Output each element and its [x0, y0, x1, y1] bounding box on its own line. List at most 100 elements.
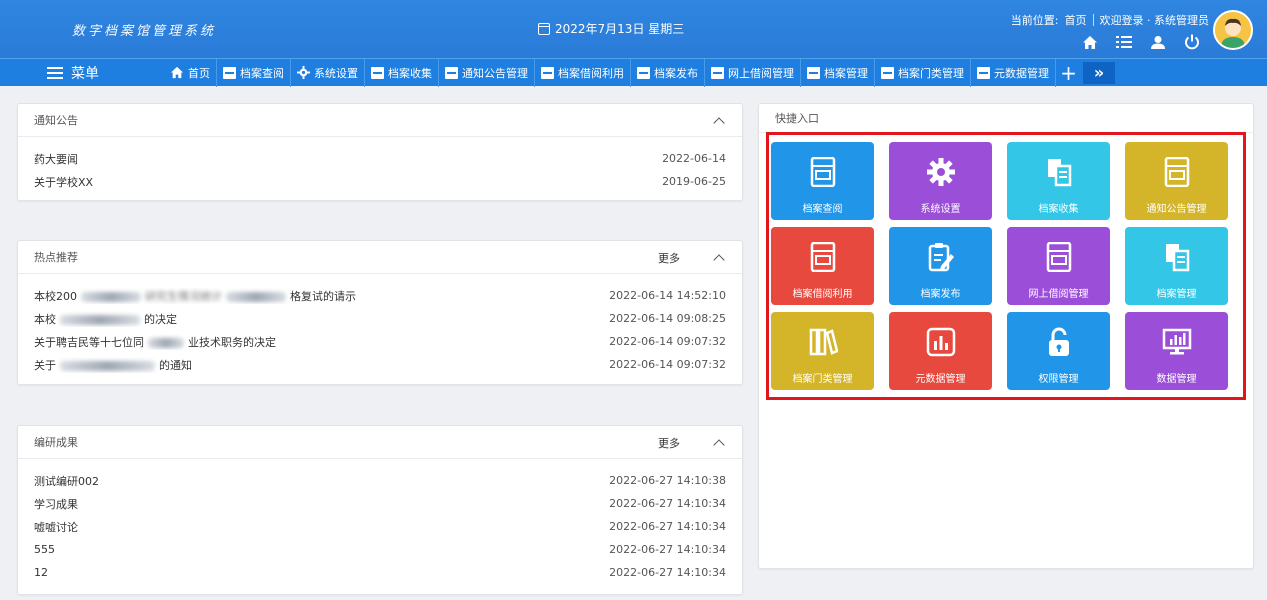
item-date: 2022-06-27 14:10:34 — [609, 497, 726, 510]
panel-title: 热点推荐 — [34, 251, 78, 264]
nav-item-label: 档案门类管理 — [898, 66, 964, 80]
nav-item-label: 档案查阅 — [240, 66, 284, 80]
item-date: 2022-06-14 09:08:25 — [609, 312, 726, 325]
item-title[interactable]: 关于 的通知 — [34, 357, 192, 373]
home-icon[interactable] — [1081, 34, 1099, 50]
item-date: 2022-06-14 09:07:32 — [609, 358, 726, 371]
panel-header: 通知公告 — [18, 104, 742, 137]
item-title[interactable]: 本校 的决定 — [34, 311, 177, 327]
notice-panel: 通知公告 药大要闻 2022-06-14 关于学校XX 2019-06-25 — [17, 103, 743, 201]
welcome-text: 欢迎登录 · 系统管理员 — [1099, 14, 1210, 27]
more-link[interactable]: 更多 — [658, 250, 680, 266]
user-icon[interactable] — [1149, 34, 1167, 50]
nav-item-label: 网上借阅管理 — [728, 66, 794, 80]
tile-label: 系统设置 — [920, 204, 961, 215]
tile-archive-borrow[interactable]: 档案借阅利用 — [771, 227, 874, 305]
nav-item-archive-borrow[interactable]: 档案借阅利用 — [534, 58, 630, 87]
list-icon[interactable] — [1115, 34, 1133, 50]
archive-box-icon — [541, 66, 554, 79]
nav-item-notice-manage[interactable]: 通知公告管理 — [438, 58, 534, 87]
tile-label: 档案查阅 — [802, 204, 843, 215]
power-icon[interactable] — [1183, 34, 1201, 50]
list-item[interactable]: 12 2022-06-27 14:10:34 — [34, 561, 726, 584]
list-item[interactable]: 本校 的决定 2022-06-14 09:08:25 — [34, 307, 726, 330]
nav-item-online-borrow[interactable]: 网上借阅管理 — [704, 58, 800, 87]
collapse-icon[interactable] — [712, 251, 726, 265]
list-item[interactable]: 本校200 研究生情况统计 格复试的请示 2022-06-14 14:52:10 — [34, 284, 726, 307]
tile-archive-query[interactable]: 档案查阅 — [771, 142, 874, 220]
nav-add-button[interactable]: + — [1055, 58, 1081, 87]
clipboard-edit-icon — [637, 66, 650, 79]
panel-header: 编研成果 更多 — [18, 426, 742, 459]
item-title[interactable]: 嘘嘘讨论 — [34, 519, 78, 535]
tile-online-borrow[interactable]: 网上借阅管理 — [1007, 227, 1110, 305]
item-title[interactable]: 学习成果 — [34, 496, 78, 512]
nav-item-archive-collect[interactable]: 档案收集 — [364, 58, 438, 87]
item-date: 2022-06-14 — [662, 152, 726, 165]
item-date: 2022-06-14 09:07:32 — [609, 335, 726, 348]
breadcrumb: 当前位置: 首页 欢迎登录 · 系统管理员 — [1011, 12, 1209, 28]
tile-archive-collect[interactable]: 档案收集 — [1007, 142, 1110, 220]
binders-icon — [808, 326, 838, 358]
header-actions — [1081, 34, 1201, 50]
nav-item-label: 档案发布 — [654, 66, 698, 80]
menu-button[interactable]: 菜单 — [0, 59, 146, 87]
collapse-icon[interactable] — [712, 436, 726, 450]
nav-item-home[interactable]: 首页 — [164, 59, 216, 87]
chart-box-icon — [977, 66, 990, 79]
location-value[interactable]: 首页 — [1065, 12, 1087, 28]
home-icon — [170, 66, 184, 79]
nav-item-system-settings[interactable]: 系统设置 — [290, 58, 364, 87]
hot-panel: 热点推荐 更多 本校200 研究生情况统计 格复试的请示 2022-06-14 14… — [17, 240, 743, 385]
tile-category-manage[interactable]: 档案门类管理 — [771, 312, 874, 390]
tile-permission-manage[interactable]: 权限管理 — [1007, 312, 1110, 390]
collapse-icon[interactable] — [712, 114, 726, 128]
list-item[interactable]: 学习成果 2022-06-27 14:10:34 — [34, 492, 726, 515]
item-title[interactable]: 本校200 研究生情况统计 格复试的请示 — [34, 288, 356, 304]
item-title[interactable]: 关于学校XX — [34, 174, 93, 190]
app-logo: 数字档案馆管理系统 — [72, 24, 217, 39]
calendar-icon — [538, 22, 550, 35]
tile-notice-manage[interactable]: 通知公告管理 — [1125, 142, 1228, 220]
notice-list: 药大要闻 2022-06-14 关于学校XX 2019-06-25 — [18, 137, 742, 193]
list-item[interactable]: 555 2022-06-27 14:10:34 — [34, 538, 726, 561]
nav-item-label: 档案收集 — [388, 66, 432, 80]
list-item[interactable]: 嘘嘘讨论 2022-06-27 14:10:34 — [34, 515, 726, 538]
list-item[interactable]: 关于学校XX 2019-06-25 — [34, 170, 726, 193]
tile-label: 档案借阅利用 — [792, 289, 853, 300]
tile-system-settings[interactable]: 系统设置 — [889, 142, 992, 220]
list-item[interactable]: 药大要闻 2022-06-14 — [34, 147, 726, 170]
tile-archive-publish[interactable]: 档案发布 — [889, 227, 992, 305]
research-panel: 编研成果 更多 测试编研002 2022-06-27 14:10:38 学习成果… — [17, 425, 743, 595]
tile-label: 档案门类管理 — [792, 374, 853, 385]
list-item[interactable]: 测试编研002 2022-06-27 14:10:38 — [34, 469, 726, 492]
panel-title: 快捷入口 — [775, 112, 819, 125]
quick-tiles: 档案查阅 系统设置 档案收集 通知公告管理 档案借阅利用 档案发布 网上借阅管理… — [771, 142, 1228, 390]
item-title[interactable]: 555 — [34, 543, 55, 556]
nav-item-archive-query[interactable]: 档案查阅 — [216, 58, 290, 87]
tile-label: 档案收集 — [1038, 204, 1079, 215]
list-item[interactable]: 关于聘吉民等十七位同 业技术职务的决定 2022-06-14 09:07:32 — [34, 330, 726, 353]
nav-item-label: 首页 — [188, 66, 210, 80]
tile-archive-manage[interactable]: 档案管理 — [1125, 227, 1228, 305]
menu-label: 菜单 — [71, 65, 99, 82]
nav-item-archive-publish[interactable]: 档案发布 — [630, 58, 704, 87]
item-title[interactable]: 测试编研002 — [34, 473, 99, 489]
item-date: 2019-06-25 — [662, 175, 726, 188]
tile-data-manage[interactable]: 数据管理 — [1125, 312, 1228, 390]
item-title[interactable]: 药大要闻 — [34, 151, 78, 167]
panel-header: 快捷入口 — [759, 104, 1253, 133]
avatar[interactable] — [1213, 10, 1253, 50]
nav-item-archive-manage[interactable]: 档案管理 — [800, 58, 874, 87]
nav-item-metadata-manage[interactable]: 元数据管理 — [970, 58, 1055, 87]
main-nav: 菜单 首页 档案查阅 系统设置 档案收集 通知公告管理 档案借阅利用 档案发布 … — [0, 58, 1267, 87]
nav-item-category-manage[interactable]: 档案门类管理 — [874, 58, 970, 87]
nav-more-button[interactable]: » — [1083, 61, 1115, 84]
item-title[interactable]: 12 — [34, 566, 48, 579]
tile-metadata-manage[interactable]: 元数据管理 — [889, 312, 992, 390]
more-link[interactable]: 更多 — [658, 435, 680, 451]
item-title[interactable]: 关于聘吉民等十七位同 业技术职务的决定 — [34, 334, 276, 350]
documents-icon — [1044, 156, 1074, 188]
list-item[interactable]: 关于 的通知 2022-06-14 09:07:32 — [34, 353, 726, 376]
panel-title: 编研成果 — [34, 436, 78, 449]
